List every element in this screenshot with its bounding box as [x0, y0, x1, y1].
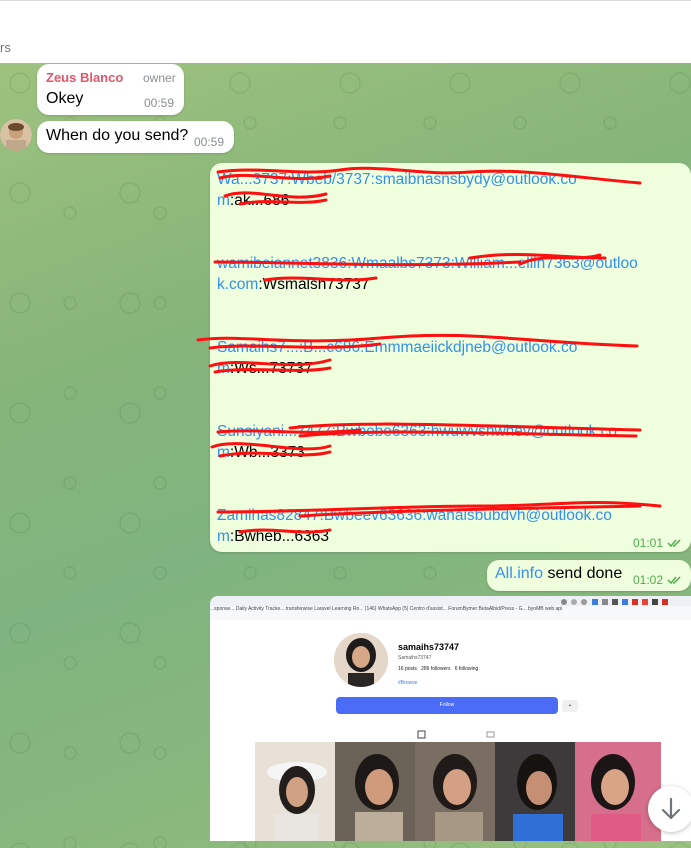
message-bubble-all-info[interactable]: All.info send done 01:02	[487, 560, 691, 591]
profile-name: samaihs73747	[398, 642, 460, 652]
profile-photo-grid	[255, 742, 661, 841]
message-time: 01:01	[633, 536, 664, 550]
add-button[interactable]: +	[562, 700, 578, 712]
follow-button[interactable]: Follow	[336, 697, 558, 714]
message-photo[interactable]: ...sponse... Daily Activity Tracke... tr…	[210, 596, 691, 841]
profile-photo	[334, 633, 388, 687]
message-time: 01:02	[633, 573, 664, 587]
arrow-down-icon	[661, 797, 681, 820]
scroll-down-button[interactable]	[648, 786, 691, 832]
profile-subname: Samaihs73747	[398, 655, 432, 661]
message-time-container: 01:02	[633, 571, 683, 589]
browser-bookmarks-bar: ...sponse... Daily Activity Tracke... tr…	[210, 606, 691, 620]
profile-tag: #Browse	[398, 680, 418, 686]
message-time-container: 01:01	[633, 534, 683, 552]
follow-button-label: Follow	[439, 702, 455, 708]
grid-tab-icons	[417, 730, 495, 739]
message-text: All.info send done	[495, 565, 622, 583]
double-check-icon	[667, 576, 682, 584]
double-check-icon	[667, 539, 682, 547]
message-link[interactable]: All.info	[495, 565, 543, 582]
profile-avatar	[334, 633, 388, 687]
message-text-body: send done	[543, 565, 623, 582]
browser-extension-icons	[561, 599, 668, 605]
profile-stats: 16 posts 286 followers 6 following	[398, 666, 479, 672]
